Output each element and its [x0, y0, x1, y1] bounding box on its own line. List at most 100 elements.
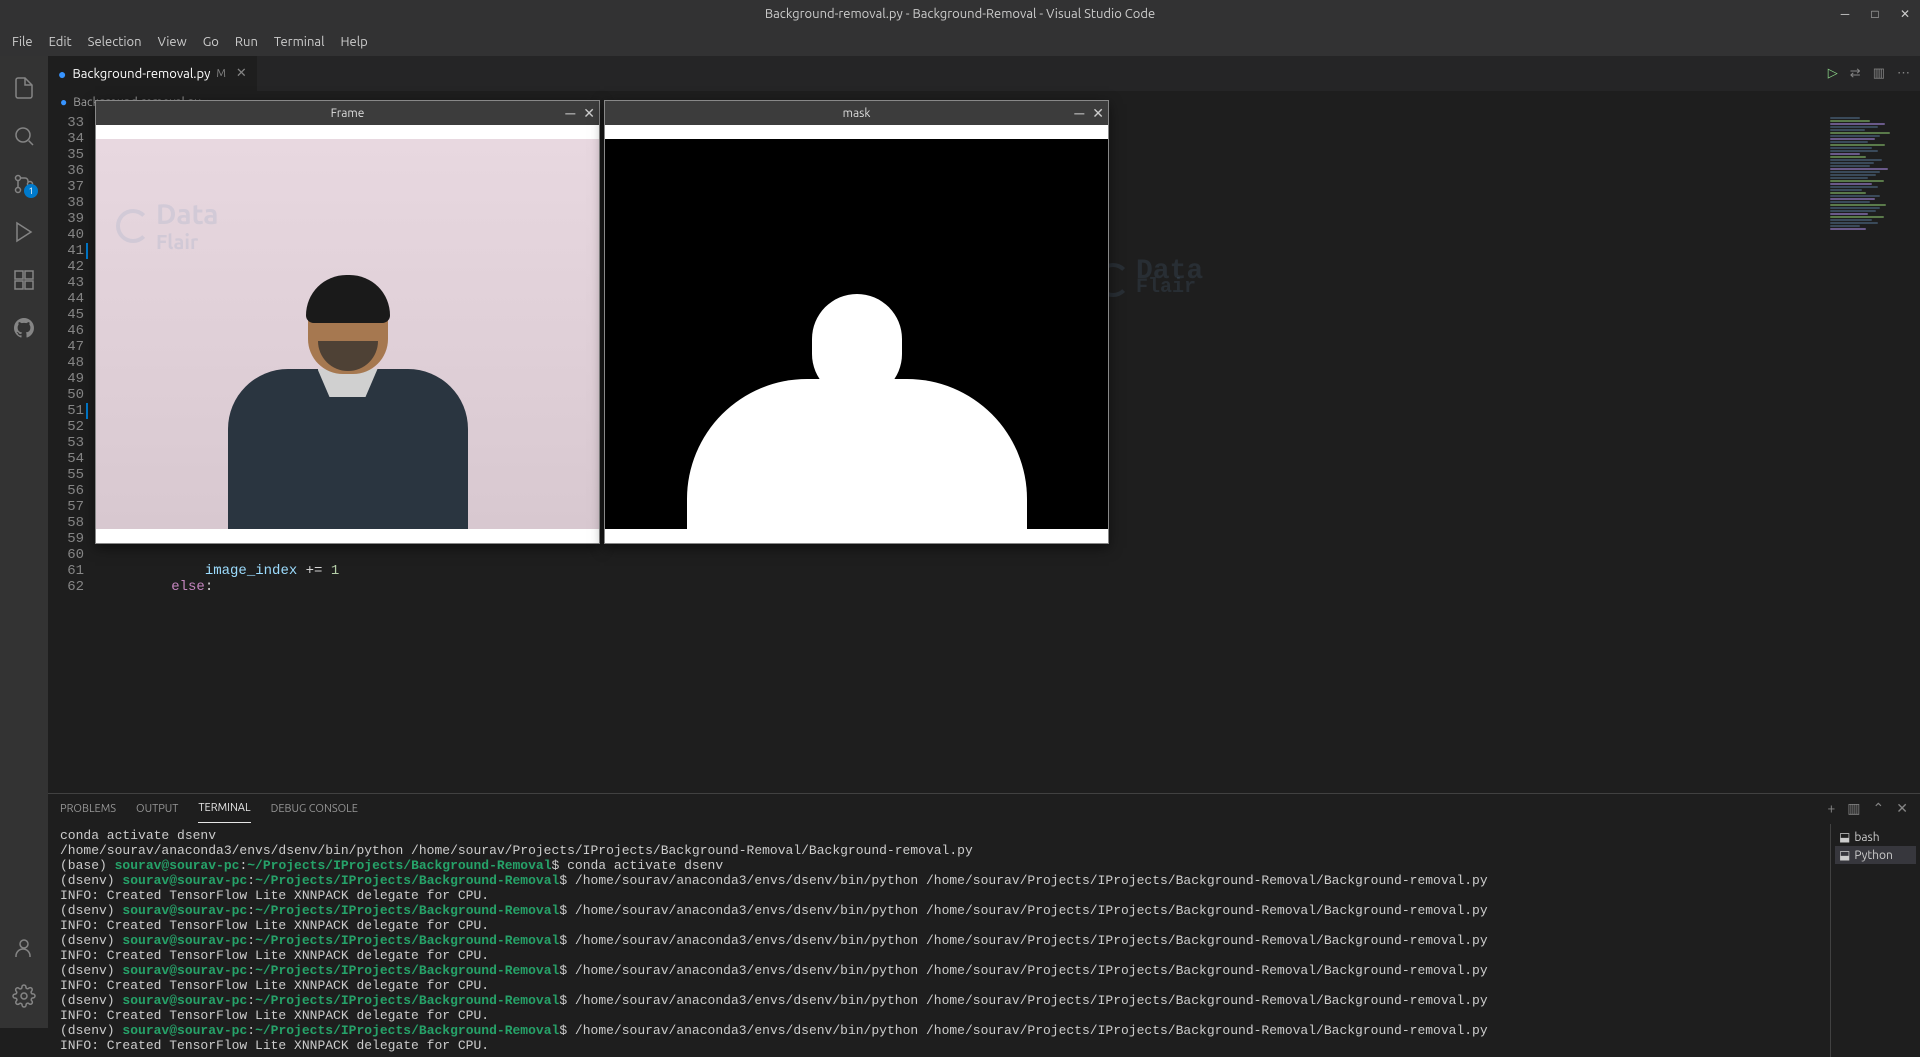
line-number: 49 — [48, 371, 84, 387]
frame-bottom-strip — [96, 529, 599, 543]
line-number: 44 — [48, 291, 84, 307]
terminal-item-python[interactable]: ⬓Python — [1835, 846, 1916, 864]
line-number: 45 — [48, 307, 84, 323]
line-number: 39 — [48, 211, 84, 227]
terminal-line: INFO: Created TensorFlow Lite XNNPACK de… — [60, 1008, 1818, 1023]
maximize-button[interactable]: □ — [1860, 0, 1890, 28]
close-panel-icon[interactable]: ✕ — [1896, 800, 1908, 817]
terminal-item-bash[interactable]: ⬓bash — [1835, 828, 1916, 846]
compare-changes-icon[interactable]: ⇄ — [1850, 66, 1861, 81]
split-editor-icon[interactable]: ▥ — [1873, 66, 1885, 81]
terminal-line: (dsenv) sourav@sourav-pc:~/Projects/IPro… — [60, 933, 1818, 948]
line-number: 57 — [48, 499, 84, 515]
mask-titlebar[interactable]: mask ─ ✕ — [605, 101, 1108, 125]
line-number: 55 — [48, 467, 84, 483]
line-number: 56 — [48, 483, 84, 499]
tab-bar: ● Background-removal.py M ✕ ▷ ⇄ ▥ ⋯ — [48, 56, 1920, 91]
line-number: 47 — [48, 339, 84, 355]
line-number: 61 — [48, 563, 84, 579]
line-number: 37 — [48, 179, 84, 195]
github-icon[interactable] — [0, 304, 48, 352]
line-number: 59 — [48, 531, 84, 547]
accounts-icon[interactable] — [0, 924, 48, 972]
menu-edit[interactable]: Edit — [41, 31, 80, 53]
line-number: 41 — [48, 243, 88, 259]
terminal-line: INFO: Created TensorFlow Lite XNNPACK de… — [60, 1038, 1818, 1053]
menu-go[interactable]: Go — [195, 31, 227, 53]
frame-window[interactable]: Frame ─ ✕ DataFlair — [95, 100, 600, 544]
line-number: 48 — [48, 355, 84, 371]
frame-top-strip — [96, 125, 599, 139]
line-number: 35 — [48, 147, 84, 163]
terminal-output[interactable]: conda activate dsenv/home/sourav/anacond… — [48, 824, 1830, 1057]
line-number: 58 — [48, 515, 84, 531]
maximize-panel-icon[interactable]: ⌃ — [1873, 800, 1885, 817]
explorer-icon[interactable] — [0, 64, 48, 112]
panel-tabs: PROBLEMS OUTPUT TERMINAL DEBUG CONSOLE +… — [48, 794, 1920, 824]
titlebar[interactable]: Background-removal.py - Background-Remov… — [0, 0, 1920, 28]
terminal-line: (dsenv) sourav@sourav-pc:~/Projects/IPro… — [60, 903, 1818, 918]
mask-bottom-strip — [605, 529, 1108, 543]
panel-tab-output[interactable]: OUTPUT — [136, 795, 178, 823]
menu-terminal[interactable]: Terminal — [266, 31, 333, 53]
menu-file[interactable]: File — [4, 31, 41, 53]
search-icon[interactable] — [0, 112, 48, 160]
frame-titlebar[interactable]: Frame ─ ✕ — [96, 101, 599, 125]
frame-minimize-icon[interactable]: ─ — [565, 105, 575, 122]
extensions-icon[interactable] — [0, 256, 48, 304]
code-line[interactable]: image_index += 1 — [104, 563, 1820, 579]
panel-tab-debug[interactable]: DEBUG CONSOLE — [271, 795, 358, 823]
close-button[interactable]: ✕ — [1890, 0, 1920, 28]
menu-view[interactable]: View — [150, 31, 195, 53]
line-number: 36 — [48, 163, 84, 179]
file-icon: ● — [60, 95, 67, 109]
editor-tab[interactable]: ● Background-removal.py M ✕ — [48, 56, 258, 91]
terminal-icon: ⬓ — [1839, 848, 1850, 862]
line-number: 62 — [48, 579, 84, 595]
minimize-button[interactable]: ─ — [1830, 0, 1860, 28]
tab-close-icon[interactable]: ✕ — [236, 66, 247, 81]
bottom-panel: PROBLEMS OUTPUT TERMINAL DEBUG CONSOLE +… — [48, 793, 1920, 1028]
settings-icon[interactable] — [0, 972, 48, 1020]
panel-tab-terminal[interactable]: TERMINAL — [198, 794, 250, 823]
terminal-list: ⬓bash ⬓Python — [1830, 824, 1920, 1057]
terminal-line: (base) sourav@sourav-pc:~/Projects/IProj… — [60, 858, 1818, 873]
mask-image — [605, 139, 1108, 529]
line-number: 40 — [48, 227, 84, 243]
minimap[interactable] — [1820, 113, 1920, 793]
run-icon[interactable]: ▷ — [1828, 66, 1838, 81]
source-control-icon[interactable]: 1 — [0, 160, 48, 208]
tab-modified-indicator: M — [216, 68, 226, 80]
activity-bar: 1 — [0, 56, 48, 1028]
modified-dot-icon: ● — [58, 66, 66, 82]
run-debug-icon[interactable] — [0, 208, 48, 256]
panel-tab-problems[interactable]: PROBLEMS — [60, 795, 116, 823]
line-number: 52 — [48, 419, 84, 435]
menubar: File Edit Selection View Go Run Terminal… — [0, 28, 1920, 56]
mask-window[interactable]: mask ─ ✕ — [604, 100, 1109, 544]
mask-close-icon[interactable]: ✕ — [1092, 105, 1104, 122]
terminal-line: conda activate dsenv — [60, 828, 1818, 843]
menu-run[interactable]: Run — [227, 31, 266, 53]
menu-selection[interactable]: Selection — [80, 31, 150, 53]
new-terminal-icon[interactable]: + — [1827, 800, 1835, 817]
terminal-line: (dsenv) sourav@sourav-pc:~/Projects/IPro… — [60, 993, 1818, 1008]
split-terminal-icon[interactable]: ▥ — [1847, 800, 1860, 817]
mask-minimize-icon[interactable]: ─ — [1074, 105, 1084, 122]
line-number: 60 — [48, 547, 84, 563]
line-gutter: 3334353637383940414243444546474849505152… — [48, 113, 96, 793]
line-number: 46 — [48, 323, 84, 339]
code-line[interactable]: else: — [104, 579, 1820, 595]
code-line[interactable] — [104, 547, 1820, 563]
terminal-line: INFO: Created TensorFlow Lite XNNPACK de… — [60, 948, 1818, 963]
terminal-line: (dsenv) sourav@sourav-pc:~/Projects/IPro… — [60, 963, 1818, 978]
line-number: 33 — [48, 115, 84, 131]
mask-window-title: mask — [843, 107, 871, 120]
window-title: Background-removal.py - Background-Remov… — [765, 7, 1155, 21]
menu-help[interactable]: Help — [332, 31, 375, 53]
line-number: 51 — [48, 403, 88, 419]
more-actions-icon[interactable]: ⋯ — [1897, 66, 1910, 81]
tab-filename: Background-removal.py — [72, 67, 210, 81]
line-number: 42 — [48, 259, 84, 275]
frame-close-icon[interactable]: ✕ — [583, 105, 595, 122]
